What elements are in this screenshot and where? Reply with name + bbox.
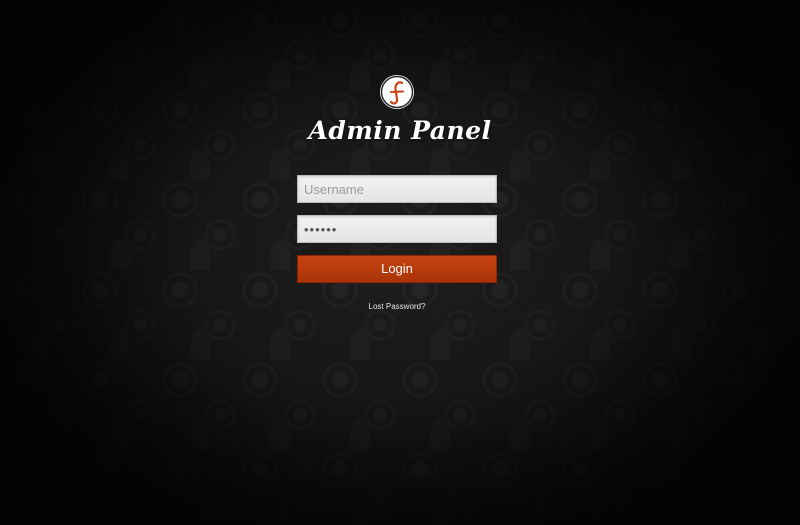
f-logo-icon <box>380 75 414 109</box>
username-input[interactable] <box>297 175 497 203</box>
lost-password-link[interactable]: Lost Password? <box>297 302 497 311</box>
login-button[interactable]: Login <box>297 255 497 283</box>
password-input[interactable] <box>297 215 497 243</box>
page-title: Admin Panel <box>308 116 492 145</box>
